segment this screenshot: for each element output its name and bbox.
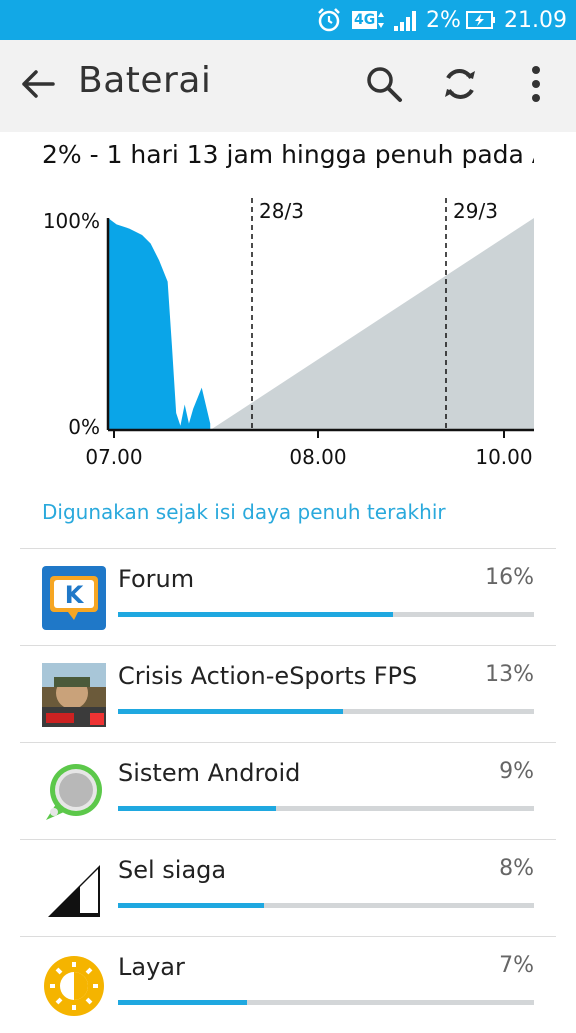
svg-text:K: K [65,581,85,609]
battery-charging-icon [466,0,496,40]
back-button[interactable] [16,62,60,106]
usage-row-percent: 16% [485,565,534,590]
battery-percent-text: 2% [426,7,461,33]
refresh-icon [445,69,475,99]
usage-row-percent: 7% [499,953,534,978]
usage-row-percent: 9% [499,759,534,784]
battery-history-chart: 100% 0% 28/3 29/3 07.00 08.00 10.00 [43,198,535,469]
y-tick-label: 0% [68,415,100,439]
usage-since-full-charge-label[interactable]: Digunakan sejak isi daya penuh terakhir [42,500,446,524]
x-tick-label: 07.00 [85,445,142,469]
usage-row-name: Layar [118,953,185,981]
projection-area [210,218,535,430]
back-arrow-icon [22,70,55,98]
network-4g-icon: 4G [352,0,385,40]
usage-bar-track [118,1000,534,1005]
usage-row-percent: 8% [499,856,534,881]
usage-bar-track [118,709,534,714]
usage-bar-fill [118,903,264,908]
more-vertical-icon [532,66,540,102]
usage-bar-fill [118,1000,247,1005]
usage-row-forum[interactable]: K Forum 16% [20,548,556,645]
battery-summary: 2% - 1 hari 13 jam hingga penuh pada Akh… [42,140,534,169]
usage-row-name: Sel siaga [118,856,227,884]
usage-row-layar[interactable]: Layar 7% [20,936,556,1033]
crisis-action-game-icon [42,663,106,727]
kaskus-forum-icon: K [42,566,106,630]
usage-row-name: Sistem Android [118,759,301,787]
cell-signal-icon [42,857,106,921]
overflow-menu-button[interactable] [514,62,558,106]
usage-bar-track [118,806,534,811]
usage-bar-fill [118,806,277,811]
page-title: Baterai [78,60,212,101]
network-type-label: 4G [352,11,378,29]
search-icon [367,67,402,102]
usage-bar-fill [118,612,393,617]
y-tick-label: 100% [43,209,100,233]
history-area [108,218,211,430]
clock-text: 21.09 [504,7,567,33]
search-button[interactable] [362,62,406,106]
usage-row-name: Crisis Action-eSports FPS [118,662,418,690]
usage-row-sistem-android[interactable]: Sistem Android 9% [20,742,556,839]
refresh-button[interactable] [438,62,482,106]
toolbar: Baterai [0,40,576,132]
signal-icon [392,0,420,40]
usage-bar-track [118,903,534,908]
usage-row-name: Forum [118,565,195,593]
status-bar: 4G 2% 21.09 [0,0,576,40]
screen-brightness-icon [42,954,106,1018]
date-marker-label: 29/3 [453,199,498,223]
date-marker-label: 28/3 [259,199,304,223]
usage-bar-track [118,612,534,617]
usage-row-sel-siaga[interactable]: Sel siaga 8% [20,839,556,936]
usage-row-crisis-action[interactable]: Crisis Action-eSports FPS 13% [20,645,556,742]
usage-list: K Forum 16% Crisis Action-eSports FPS 13… [20,548,556,1033]
alarm-icon [316,0,342,40]
x-tick-label: 10.00 [475,445,532,469]
x-tick-label: 08.00 [289,445,346,469]
usage-bar-fill [118,709,343,714]
android-system-icon [42,760,106,824]
usage-row-percent: 13% [485,662,534,687]
